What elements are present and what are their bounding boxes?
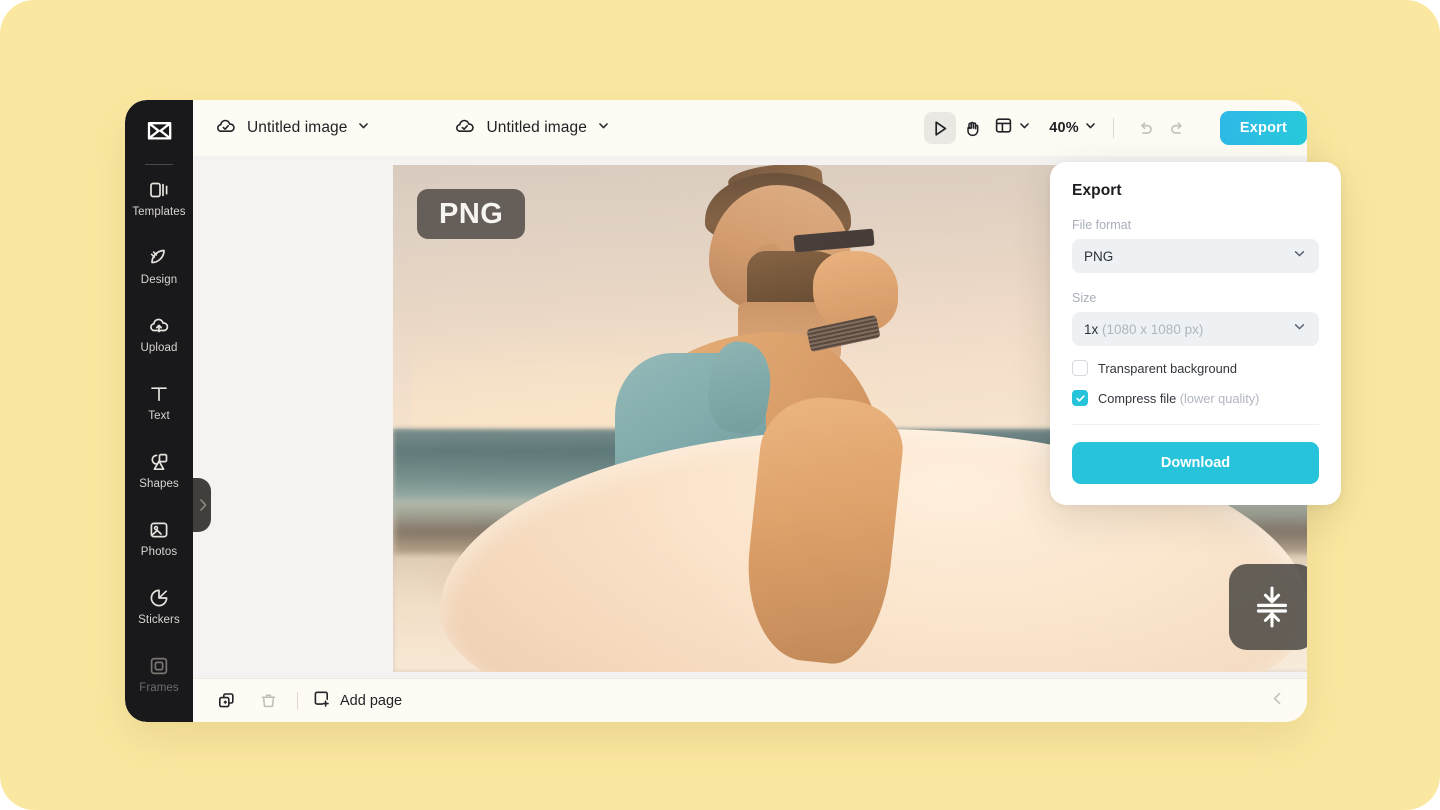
left-sidebar: Templates Design Upload Text Shapes Phot… [125,100,193,722]
compress-file-checkbox[interactable] [1072,390,1088,406]
delete-page-button[interactable] [253,686,283,716]
upload-cloud-icon [148,315,170,337]
bottom-bar-divider [297,691,298,710]
top-toolbar: Untitled image Untitled image 40% Export [193,100,1307,156]
shapes-icon [148,451,170,473]
collapse-panel-button[interactable] [1270,691,1285,711]
sidebar-item-label: Shapes [139,478,179,491]
export-panel: Export File format PNG Size 1x (1080 x 1… [1050,162,1341,505]
file-tab-two[interactable]: Untitled image [454,116,609,140]
chevron-down-icon [1292,319,1307,339]
size-value-main: 1x [1084,321,1099,337]
compress-file-label: Compress file (lower quality) [1098,390,1260,406]
export-panel-divider [1072,424,1319,425]
text-icon [148,383,170,405]
duplicate-page-button[interactable] [211,686,241,716]
capcut-logo-icon [147,122,171,140]
hand-pan-tool[interactable] [956,112,988,144]
select-cursor-tool[interactable] [924,112,957,144]
templates-icon [148,179,170,201]
sidebar-item-photos[interactable]: Photos [125,505,193,573]
format-badge: PNG [417,189,526,240]
frames-icon [148,655,170,677]
photos-icon [148,519,170,541]
chevron-down-icon [1084,119,1097,137]
compress-file-option[interactable]: Compress file (lower quality) [1072,390,1319,406]
transparent-background-checkbox[interactable] [1072,360,1088,376]
undo-button[interactable] [1130,112,1162,144]
zoom-control[interactable]: 40% [1049,119,1097,137]
layout-tool[interactable] [994,116,1031,140]
chevron-down-icon[interactable] [597,119,610,137]
sidebar-item-frames[interactable]: Frames [125,641,193,709]
trash-icon [261,694,275,708]
add-page-button[interactable]: Add page [312,689,402,713]
check-icon [1075,394,1085,402]
size-value: 1x (1080 x 1080 px) [1084,322,1203,337]
export-button[interactable]: Export [1219,111,1307,145]
export-panel-title: Export [1072,182,1122,199]
file-format-value: PNG [1084,248,1114,264]
layout-grid-icon [994,116,1013,140]
file-tab-one[interactable]: Untitled image [215,116,370,140]
sidebar-item-shapes[interactable]: Shapes [125,437,193,505]
chevron-right-icon [200,499,207,511]
bottom-bar: Add page [193,678,1307,722]
download-button[interactable]: Download [1072,442,1319,484]
add-page-icon [312,689,331,713]
file-name-two: Untitled image [486,119,587,136]
stickers-icon [148,587,170,609]
compress-image-button[interactable] [1229,564,1307,650]
transparent-background-option[interactable]: Transparent background [1072,360,1319,376]
cloud-check-icon [454,116,476,140]
sidebar-item-label: Frames [139,682,179,695]
sidebar-item-label: Text [148,410,170,423]
chevron-left-icon [1273,692,1281,704]
sidebar-item-label: Photos [140,546,178,559]
hand-icon [967,121,979,136]
toolbar-right-group: 40% Export [924,111,1307,145]
sidebar-item-text[interactable]: Text [125,369,193,437]
cursor-arrow-icon [935,120,946,136]
sidebar-item-design[interactable]: Design [125,233,193,301]
sidebar-item-templates[interactable]: Templates [125,165,193,233]
sidebar-item-label: Templates [132,206,186,219]
add-page-label: Add page [340,692,403,709]
sidebar-item-label: Upload [140,342,178,355]
chevron-down-icon[interactable] [357,119,370,137]
redo-icon [1171,121,1183,134]
sidebar-item-label: Design [140,274,178,287]
toolbar-divider [1112,118,1114,138]
chevron-down-icon [1018,119,1031,137]
chevron-down-icon [1292,246,1307,266]
file-format-select[interactable]: PNG [1072,239,1319,273]
compress-vertical-icon [1257,586,1287,628]
size-value-detail: (1080 x 1080 px) [1098,321,1204,337]
transparent-background-label: Transparent background [1098,360,1237,376]
capcut-logo[interactable] [125,105,193,157]
zoom-level-value: 40% [1049,120,1079,136]
undo-icon [1141,121,1153,134]
file-name-one: Untitled image [247,119,348,136]
design-icon [148,247,170,269]
sidebar-item-upload[interactable]: Upload [125,301,193,369]
cloud-check-icon [215,116,237,140]
duplicate-page-icon [218,693,234,708]
sidebar-item-label: Stickers [138,614,180,627]
file-format-label: File format [1072,218,1132,232]
size-select[interactable]: 1x (1080 x 1080 px) [1072,312,1319,346]
size-label: Size [1072,291,1097,305]
sidebar-item-stickers[interactable]: Stickers [125,573,193,641]
redo-button[interactable] [1162,112,1194,144]
